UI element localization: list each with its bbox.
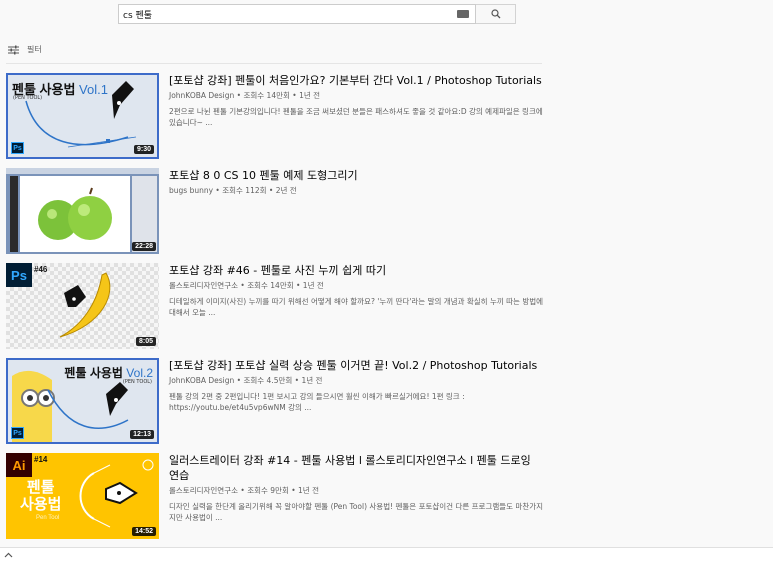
search-bar: cs 펜툴 (118, 4, 516, 24)
video-thumbnail[interactable]: 펜툴 사용법 Vol.2 (PEN TOOL) Ps 12:13 (6, 358, 159, 444)
video-thumbnail[interactable]: Ai #14 펜툴 사용법 Pen Tool 14:52 (6, 453, 159, 539)
filter-label: 필터 (27, 45, 42, 54)
video-result[interactable]: 22:28 포토샵 8 0 CS 10 펜툴 예제 도형그리기 bugs bun… (6, 168, 546, 263)
video-thumbnail[interactable]: 펜툴 사용법 Vol.1 (PEN TOOL) Ps 9:30 (6, 73, 159, 159)
bottom-bar (0, 547, 773, 565)
video-title[interactable]: [포토샵 강좌] 펜툴이 처음인가요? 기본부터 간다 Vol.1 / Phot… (169, 73, 544, 88)
video-info: 일러스트레이터 강좌 #14 - 펜툴 사용법 l 롤스토리디자인연구소 l 펜… (169, 453, 544, 548)
divider (6, 63, 542, 64)
video-info: [포토샵 강좌] 포토샵 실력 상승 펜툴 이거면 끝! Vol.2 / Pho… (169, 358, 544, 453)
video-info: 포토샵 8 0 CS 10 펜툴 예제 도형그리기 bugs bunny • 조… (169, 168, 544, 263)
video-title[interactable]: 포토샵 강좌 #46 - 펜툴로 사진 누끼 쉽게 따기 (169, 263, 544, 278)
video-meta: bugs bunny • 조회수 112회 • 2년 전 (169, 186, 297, 195)
video-meta: 롤스토리디자인연구소 • 조회수 14만회 • 1년 전 (169, 281, 324, 290)
keyboard-icon[interactable] (457, 10, 469, 18)
video-info: 포토샵 강좌 #46 - 펜툴로 사진 누끼 쉽게 따기 롤스토리디자인연구소 … (169, 263, 544, 358)
search-query: cs 펜툴 (123, 10, 153, 21)
filter-icon (8, 45, 19, 54)
video-result[interactable]: 펜툴 사용법 Vol.1 (PEN TOOL) Ps 9:30 [포토샵 강좌]… (6, 73, 546, 168)
youtube-search-page: cs 펜툴 필터 펜툴 사용법 Vol.1 (PEN TOOL) Ps 9:30… (0, 0, 773, 565)
search-input[interactable]: cs 펜툴 (118, 4, 476, 24)
video-meta: JohnKOBA Design • 조회수 4.5만회 • 1년 전 (169, 376, 323, 385)
video-duration: 14:52 (132, 527, 156, 536)
video-duration: 8:05 (135, 337, 156, 346)
video-duration: 12:13 (130, 430, 154, 439)
video-result[interactable]: Ai #14 펜툴 사용법 Pen Tool 14:52 일러스트레이터 강좌 #… (6, 453, 546, 548)
video-description: 디테일하게 이미지(사진) 누끼를 따기 위해선 어떻게 해야 할까요? '누끼… (169, 297, 544, 317)
video-meta: 롤스토리디자인연구소 • 조회수 9만회 • 1년 전 (169, 486, 319, 495)
banana-pen-illustration (59, 272, 111, 338)
video-meta: JohnKOBA Design • 조회수 14만회 • 1년 전 (169, 91, 321, 100)
video-info: [포토샵 강좌] 펜툴이 처음인가요? 기본부터 간다 Vol.1 / Phot… (169, 73, 544, 168)
video-title[interactable]: [포토샵 강좌] 포토샵 실력 상승 펜툴 이거면 끝! Vol.2 / Pho… (169, 358, 544, 373)
search-icon (490, 9, 500, 19)
video-title[interactable]: 일러스트레이터 강좌 #14 - 펜툴 사용법 l 롤스토리디자인연구소 l 펜… (169, 453, 544, 483)
video-thumbnail[interactable]: 22:28 (6, 168, 159, 254)
video-description: 디자인 실력을 한단계 올리기위해 꼭 알아야할 펜툴 (Pen Tool) 사… (169, 502, 544, 522)
video-title[interactable]: 포토샵 8 0 CS 10 펜툴 예제 도형그리기 (169, 168, 544, 183)
video-description: 2편으로 나뉜 펜툴 기본강의입니다! 펜툴을 조금 써보셨던 분들은 패스하셔… (169, 107, 543, 127)
results-list: 펜툴 사용법 Vol.1 (PEN TOOL) Ps 9:30 [포토샵 강좌]… (6, 73, 546, 548)
chevron-up-icon[interactable] (4, 552, 13, 558)
video-duration: 9:30 (133, 145, 154, 154)
video-description: 펜툴 강의 2편 중 2편입니다! 1편 보시고 강의 들으시면 훨씬 이해가 … (169, 392, 465, 412)
search-button[interactable] (476, 4, 516, 24)
filter-button[interactable]: 필터 (8, 44, 42, 55)
photoshop-badge: Ps (11, 427, 24, 439)
video-result[interactable]: Ps #46 8:05 포토샵 강좌 #46 - 펜툴로 사진 누끼 쉽게 따기… (6, 263, 546, 358)
photoshop-badge: Ps (11, 142, 24, 154)
video-thumbnail[interactable]: Ps #46 8:05 (6, 263, 159, 349)
video-result[interactable]: 펜툴 사용법 Vol.2 (PEN TOOL) Ps 12:13 [포토샵 강좌… (6, 358, 546, 453)
video-duration: 22:28 (132, 242, 156, 251)
